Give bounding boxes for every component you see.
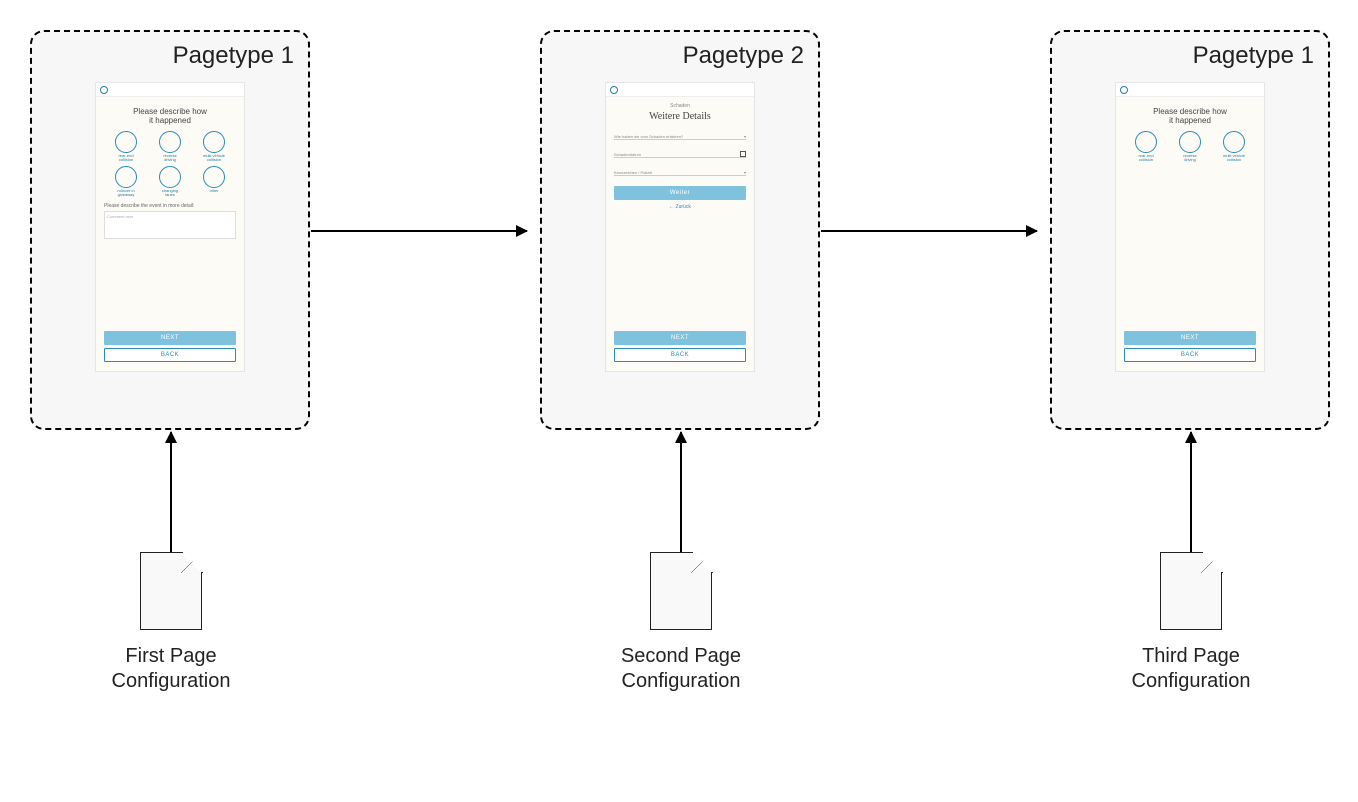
chevron-down-icon: ▾	[744, 134, 746, 139]
file-icon	[1160, 552, 1222, 630]
phone-textarea: Comment here	[104, 211, 236, 239]
option-icon	[1223, 131, 1245, 153]
icon-row: rear-end collision reverse driving multi…	[1124, 131, 1256, 162]
phone-mock-2: Schaden Weitere Details Wie haben sie vo…	[605, 82, 755, 372]
file-icon	[650, 552, 712, 630]
phone-field: Schadendatum	[614, 146, 746, 158]
app-logo-icon	[1120, 86, 1128, 94]
page-box-title: Pagetype 1	[32, 38, 308, 74]
page-box-1: Pagetype 1 Please describe how it happen…	[30, 30, 310, 430]
icon-row: rear-end collision reverse driving multi…	[104, 131, 236, 162]
config-arrow	[170, 432, 172, 552]
config-label: Third Page Configuration	[1132, 644, 1251, 694]
option-icon	[115, 166, 137, 188]
page-box-2: Pagetype 2 Schaden Weitere Details Wie h…	[540, 30, 820, 430]
config-arrow	[1190, 432, 1192, 552]
option-icon	[1179, 131, 1201, 153]
phone-header	[606, 83, 754, 97]
phone-back-link: ← Zurück	[614, 204, 746, 210]
phone-next-button: NEXT	[1124, 331, 1256, 345]
phone-heading: Weitere Details	[614, 111, 746, 122]
phone-mock-3: Please describe how it happened rear-end…	[1115, 82, 1265, 372]
config-group-3: Third Page Configuration	[1116, 432, 1266, 694]
phone-mock-1: Please describe how it happened rear-end…	[95, 82, 245, 372]
flow-arrow-2	[821, 230, 1037, 232]
phone-back-button: BACK	[614, 348, 746, 362]
phone-heading: Please describe how it happened	[1124, 107, 1256, 125]
phone-field: Kennzeichen / Polizei▾	[614, 164, 746, 176]
phone-next-button: NEXT	[104, 331, 236, 345]
phone-back-button: BACK	[1124, 348, 1256, 362]
option-icon	[115, 131, 137, 153]
phone-continue-button: Weiter	[614, 186, 746, 200]
option-icon	[159, 131, 181, 153]
calendar-icon	[740, 151, 746, 157]
app-logo-icon	[100, 86, 108, 94]
page-box-3: Pagetype 1 Please describe how it happen…	[1050, 30, 1330, 430]
option-icon	[159, 166, 181, 188]
phone-header	[1116, 83, 1264, 97]
diagram-canvas: Pagetype 1 Please describe how it happen…	[30, 30, 1330, 770]
option-icon	[1135, 131, 1157, 153]
phone-field: Wie haben sie vom Schaden erfahren?▾	[614, 128, 746, 140]
option-icon	[203, 131, 225, 153]
config-label: First Page Configuration	[112, 644, 231, 694]
option-icon	[203, 166, 225, 188]
phone-next-button: NEXT	[614, 331, 746, 345]
config-group-2: Second Page Configuration	[606, 432, 756, 694]
app-logo-icon	[610, 86, 618, 94]
page-box-title: Pagetype 2	[542, 38, 818, 74]
config-label: Second Page Configuration	[621, 644, 741, 694]
phone-caption: Please describe the event in more detail…	[104, 203, 236, 209]
config-arrow	[680, 432, 682, 552]
phone-header	[96, 83, 244, 97]
phone-heading: Please describe how it happened	[104, 107, 236, 125]
page-box-title: Pagetype 1	[1052, 38, 1328, 74]
flow-arrow-1	[311, 230, 527, 232]
config-group-1: First Page Configuration	[96, 432, 246, 694]
phone-subheading: Schaden	[614, 103, 746, 109]
file-icon	[140, 552, 202, 630]
chevron-down-icon: ▾	[744, 170, 746, 175]
phone-back-button: BACK	[104, 348, 236, 362]
icon-row: rollover in giveaway changing lanes othe…	[104, 166, 236, 197]
